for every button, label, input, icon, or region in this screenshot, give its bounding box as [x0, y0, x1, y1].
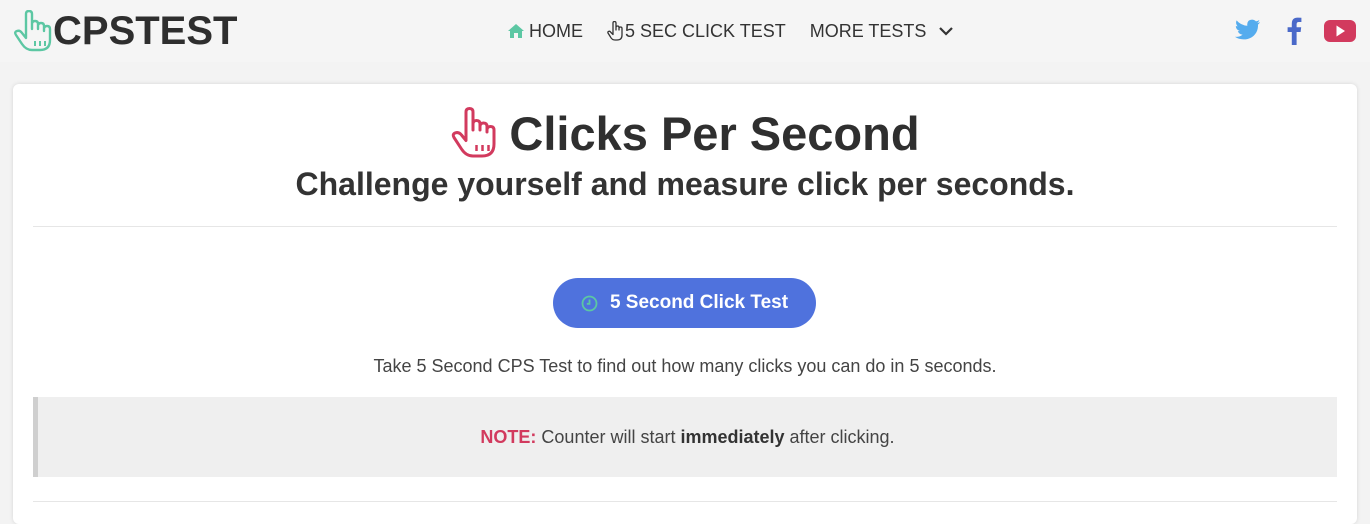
main-card: Clicks Per Second Challenge yourself and…	[13, 84, 1357, 524]
nav-home[interactable]: HOME	[507, 21, 583, 42]
youtube-link[interactable]	[1323, 14, 1357, 46]
navbar: CPSTEST HOME 5 SEC CLICK TEST MORE TESTS	[0, 0, 1370, 62]
twitter-icon	[1234, 19, 1260, 40]
clock-icon	[581, 295, 598, 311]
youtube-icon	[1324, 20, 1356, 42]
note-text-after: after clicking.	[789, 426, 895, 447]
pointing-hand-icon	[452, 107, 496, 158]
twitter-link[interactable]	[1232, 14, 1262, 46]
facebook-icon	[1287, 17, 1302, 45]
nav-5-sec-click-test[interactable]: 5 SEC CLICK TEST	[607, 21, 786, 42]
test-description: Take 5 Second CPS Test to find out how m…	[373, 356, 997, 376]
main-nav: HOME 5 SEC CLICK TEST MORE TESTS	[507, 18, 978, 44]
pointing-hand-icon	[14, 10, 52, 52]
divider	[33, 226, 1337, 227]
note-text-before: Counter will start	[541, 426, 676, 447]
nav-home-label: HOME	[529, 20, 583, 41]
note-emphasis: immediately	[680, 426, 785, 447]
chevron-down-icon	[939, 27, 954, 36]
pointer-hand-icon	[607, 21, 623, 41]
note-label: NOTE:	[480, 426, 537, 447]
divider	[33, 501, 1337, 502]
facebook-link[interactable]	[1284, 14, 1304, 46]
note-box: NOTE: Counter will start immediately aft…	[33, 397, 1337, 477]
home-icon	[508, 24, 524, 38]
page-title: Clicks Per Second	[509, 106, 920, 160]
nav-5-sec-label: 5 SEC CLICK TEST	[625, 20, 786, 41]
nav-more-label: MORE TESTS	[809, 20, 927, 41]
page-subtitle: Challenge yourself and measure click per…	[295, 166, 1075, 202]
nav-more-tests[interactable]: MORE TESTS	[810, 21, 955, 42]
start-button-label: 5 Second Click Test	[609, 292, 789, 313]
start-5-second-test-button[interactable]: 5 Second Click Test	[553, 278, 816, 328]
brand-name: CPSTEST	[53, 9, 238, 53]
brand-link[interactable]: CPSTEST	[12, 9, 237, 53]
title-row: Clicks Per Second	[13, 106, 1357, 160]
